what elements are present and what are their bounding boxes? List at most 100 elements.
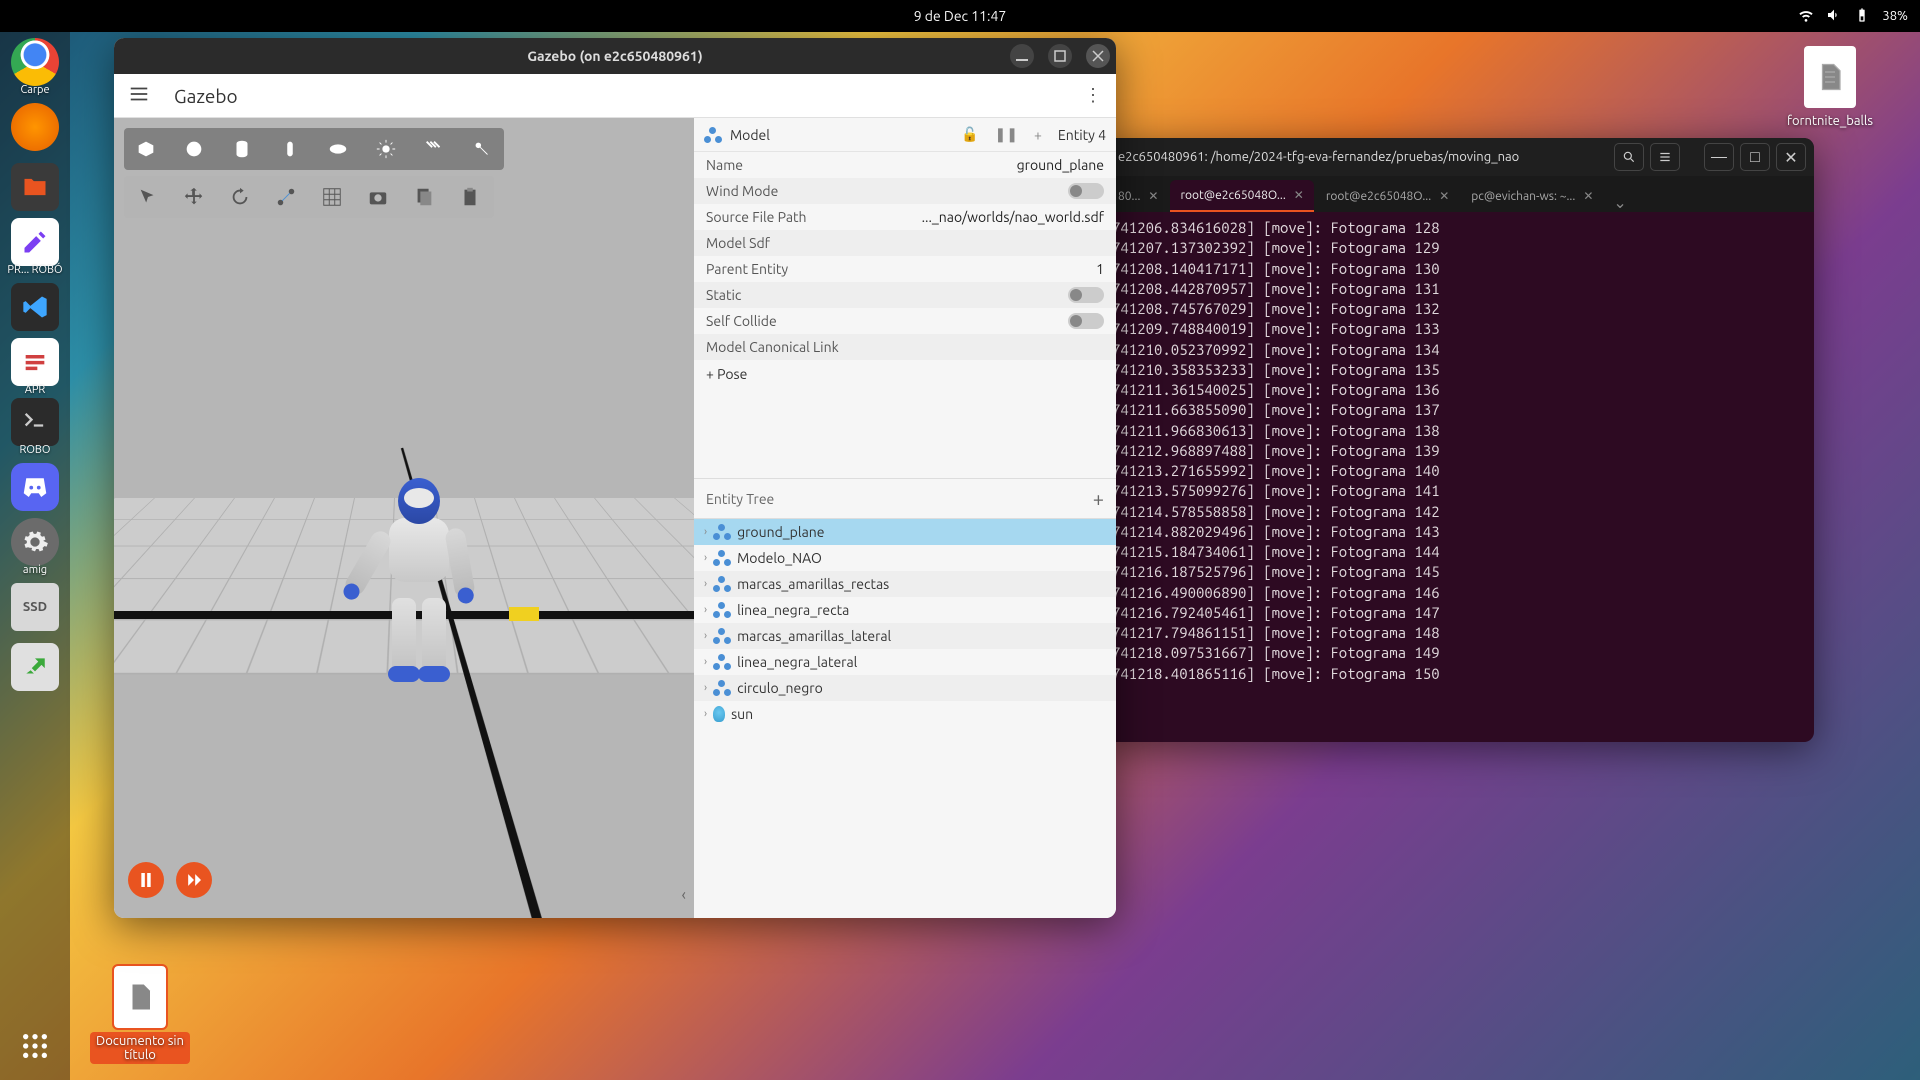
tree-item[interactable]: ›linea_negra_recta [694,597,1116,623]
battery-icon[interactable] [1854,7,1870,26]
maximize-button[interactable] [1048,44,1072,68]
terminal-tab[interactable]: root@e2c65048O...✕ [1316,180,1459,212]
scale-icon[interactable] [272,183,300,211]
pause-button[interactable] [128,862,164,898]
copy-icon[interactable] [410,183,438,211]
hamburger-icon[interactable] [1650,143,1680,171]
prop-label: Wind Mode [706,183,778,199]
model-icon [713,576,731,592]
chevron-right-icon[interactable]: › [704,656,707,668]
paste-icon[interactable] [456,183,484,211]
pointlight-icon[interactable] [372,135,400,163]
minimize-button[interactable] [1010,44,1034,68]
dock-app-settings[interactable]: amig [6,518,64,576]
dock-app-trash[interactable] [6,638,64,696]
volume-icon[interactable] [1826,7,1842,26]
rotate-icon[interactable] [226,183,254,211]
terminal-output[interactable]: 741206.834616028] [move]: Fotograma 128 … [1102,212,1814,742]
dock-app-ssd[interactable]: SSD [6,578,64,636]
datetime-label: 9 de Dec 11:47 [914,8,1007,24]
close-icon[interactable]: ✕ [1583,189,1593,203]
desktop-file-label: Documento sin título [90,1032,190,1064]
maximize-button[interactable]: □ [1740,143,1770,171]
model-icon [713,680,731,696]
model-icon [713,602,731,618]
capsule-icon[interactable] [276,135,304,163]
app-brand: Gazebo [174,85,238,107]
gazebo-menubar: Gazebo ⋮ [114,74,1116,118]
pause-prop-icon[interactable]: ❚❚ [995,126,1018,143]
close-icon[interactable]: ✕ [1294,188,1304,202]
selfcollide-toggle[interactable] [1068,313,1104,329]
ellipsoid-icon[interactable] [324,135,352,163]
kebab-menu-icon[interactable]: ⋮ [1084,85,1102,106]
close-button[interactable] [1086,44,1110,68]
tree-item[interactable]: ›linea_negra_lateral [694,649,1116,675]
dock-app-reader[interactable]: APR [6,338,64,396]
directional-icon[interactable] [420,135,448,163]
gazebo-3d-viewport[interactable]: ‹ [114,118,694,918]
chevron-right-icon[interactable]: › [704,604,707,616]
gazebo-titlebar[interactable]: Gazebo (on e2c650480961) [114,38,1116,74]
dock-app-discord[interactable] [6,458,64,516]
static-toggle[interactable] [1068,287,1104,303]
select-icon[interactable] [134,183,162,211]
dock-app-terminal[interactable]: ROBO [6,398,64,456]
entity-tree: ›ground_plane›Modelo_NAO›marcas_amarilla… [694,519,1116,918]
grid-icon[interactable] [318,183,346,211]
spotlight-icon[interactable] [468,135,496,163]
dock-app-chrome[interactable]: Carpe [6,38,64,96]
tool-toolbar [124,176,494,218]
terminal-tab[interactable]: pc@evichan-ws: ~...✕ [1461,180,1603,212]
model-icon [704,127,722,143]
tree-item[interactable]: ›circulo_negro [694,675,1116,701]
collapse-panel-icon[interactable]: ‹ [682,886,687,904]
terminal-tab[interactable]: root@e2c65048O...✕ [1170,180,1313,212]
dock-app-firefox[interactable] [6,98,64,156]
close-icon[interactable]: ✕ [1439,189,1449,203]
desktop-file-forntnite[interactable]: forntnite_balls [1780,46,1880,130]
lock-icon[interactable]: 🔓 [961,126,978,143]
tree-item[interactable]: ›sun [694,701,1116,727]
terminal-tab[interactable]: 80...✕ [1108,180,1168,212]
minimize-button[interactable]: — [1704,143,1734,171]
desktop-file-documento[interactable]: Documento sin título [90,966,190,1064]
dock-app-vscode[interactable] [6,278,64,336]
chevron-right-icon[interactable]: › [704,526,707,538]
pose-expander[interactable]: + Pose [694,360,1116,388]
step-button[interactable] [176,862,212,898]
chevron-right-icon[interactable]: › [704,630,707,642]
status-bar: 9 de Dec 11:47 38% [0,0,1920,32]
dock-app-texteditor[interactable]: PR... ROBÓ [6,218,64,276]
close-icon[interactable]: ✕ [1148,189,1158,203]
prop-value: ..._nao/worlds/nao_world.sdf [922,209,1104,225]
add-entity-icon[interactable]: + [1093,487,1104,510]
prop-value: 1 [1096,261,1104,277]
terminal-titlebar[interactable]: e2c650480961: /home/2024-tfg-eva-fernand… [1102,138,1814,176]
show-apps-button[interactable] [11,1022,59,1070]
tab-dropdown-icon[interactable]: ⌄ [1605,193,1634,212]
sphere-icon[interactable] [180,135,208,163]
search-icon[interactable] [1614,143,1644,171]
chevron-right-icon[interactable]: › [704,578,707,590]
move-icon[interactable] [180,183,208,211]
tree-item[interactable]: ›marcas_amarillas_rectas [694,571,1116,597]
wind-toggle[interactable] [1068,183,1104,199]
add-prop-icon[interactable]: + [1034,127,1042,143]
chevron-right-icon[interactable]: › [704,708,707,720]
cube-icon[interactable] [132,135,160,163]
entity-badge: Entity 4 [1058,127,1106,143]
dock-app-files[interactable] [6,158,64,216]
wifi-icon[interactable] [1798,7,1814,26]
model-icon [713,628,731,644]
hamburger-icon[interactable] [128,83,150,109]
tree-item[interactable]: ›marcas_amarillas_lateral [694,623,1116,649]
tree-item[interactable]: ›Modelo_NAO [694,545,1116,571]
chevron-right-icon[interactable]: › [704,552,707,564]
tree-item[interactable]: ›ground_plane [694,519,1116,545]
chevron-right-icon[interactable]: › [704,682,707,694]
close-button[interactable]: ✕ [1776,143,1806,171]
dock: Carpe PR... ROBÓ APR ROBO amig SSD [0,32,70,1080]
cylinder-icon[interactable] [228,135,256,163]
camera-icon[interactable] [364,183,392,211]
